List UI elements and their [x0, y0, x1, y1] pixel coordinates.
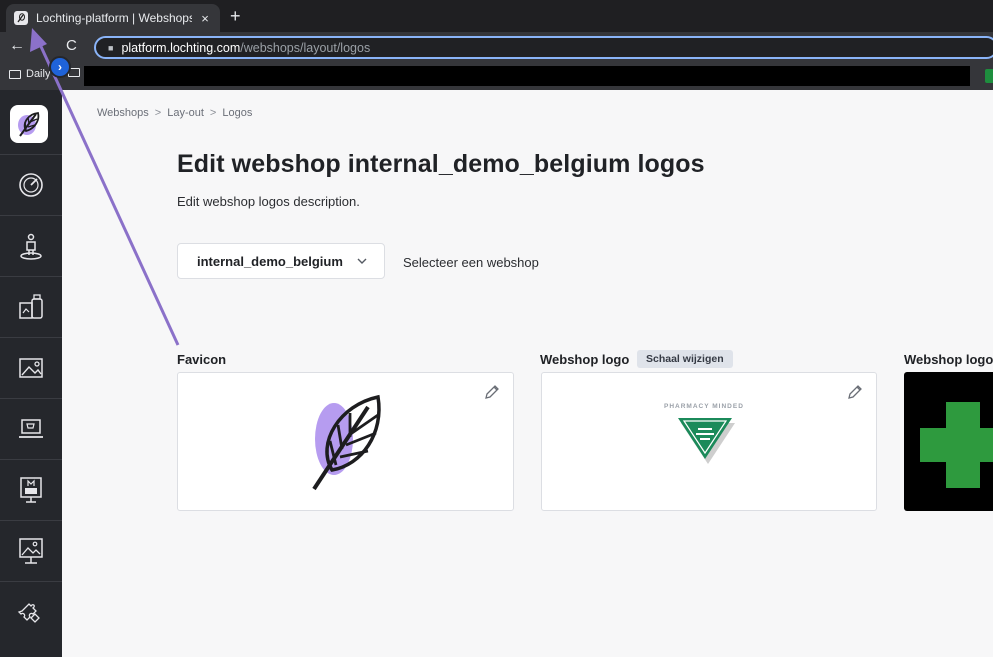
breadcrumb-logos: Logos [222, 107, 253, 119]
webshop-select-value: internal_demo_belgium [197, 253, 343, 269]
lochting-logo[interactable] [10, 105, 48, 143]
edit-pencil-icon[interactable] [847, 384, 863, 400]
chevron-down-icon [357, 258, 367, 264]
sidebar-item-webshop[interactable] [0, 398, 62, 459]
sidebar-item-presentations[interactable] [0, 520, 62, 581]
breadcrumb-separator-icon: > [154, 107, 162, 119]
bookmark-label: Daily [26, 68, 51, 80]
browser-toolbar: ← C ■ platform.lochting.com/webshops/lay… [0, 32, 993, 62]
webshop-select-label: Selecteer een webshop [403, 255, 539, 270]
green-cross-icon [920, 402, 993, 488]
bookmark-green-icon[interactable] [985, 69, 993, 83]
tab-close-icon[interactable]: × [198, 11, 212, 26]
browser-tab[interactable]: Lochting-platform | Webshops × [6, 4, 220, 32]
url-host: platform.lochting.com [121, 40, 241, 55]
address-bar[interactable]: ■ platform.lochting.com/webshops/layout/… [94, 36, 993, 59]
sidebar-item-screens[interactable] [0, 459, 62, 520]
new-tab-button[interactable]: + [230, 6, 241, 26]
browser-tabbar: Lochting-platform | Webshops × + [0, 0, 993, 32]
breadcrumb-layout[interactable]: Lay-out [167, 107, 204, 119]
lock-icon: ■ [108, 42, 114, 53]
page-description: Edit webshop logos description. [177, 194, 360, 209]
webshop-select[interactable]: internal_demo_belgium [177, 243, 385, 279]
favicon-label: Favicon [177, 352, 227, 367]
webshop-cart-icon [19, 419, 43, 438]
bookmark-daily[interactable]: Daily [9, 68, 50, 80]
breadcrumb-webshops[interactable]: Webshops [97, 107, 149, 119]
bookmarks-bar: Daily [0, 62, 993, 90]
pharmacy-minded-text: PHARMACY MINDED [664, 403, 744, 410]
breadcrumb: Webshops > Lay-out > Logos [97, 107, 252, 119]
webshop-logo-2-card[interactable] [904, 372, 993, 511]
webshop-logo-card[interactable]: PHARMACY MINDED [541, 372, 877, 511]
breadcrumb-separator-icon: > [209, 107, 217, 119]
customer-icon [20, 233, 42, 260]
sidebar [0, 90, 62, 657]
webshop-logo-label: Webshop logo [540, 352, 630, 367]
tab-title: Lochting-platform | Webshops [36, 11, 192, 25]
dashboard-gauge-icon [19, 173, 43, 197]
page-title: Edit webshop internal_demo_belgium logos [177, 150, 705, 178]
sidebar-item-products[interactable] [0, 276, 62, 337]
screen-m-icon [20, 477, 42, 503]
folder-icon [9, 69, 21, 79]
leaf-favicon-icon [312, 394, 381, 491]
products-icon [19, 294, 43, 319]
presentation-icon [19, 538, 43, 564]
leaf-logo-icon [18, 112, 40, 137]
sidebar-expand-button[interactable]: › [49, 56, 71, 78]
edit-pencil-icon[interactable] [484, 384, 500, 400]
url-path: /webshops/layout/logos [240, 40, 371, 55]
annotation-arrow [30, 28, 180, 346]
reload-icon[interactable]: C [66, 37, 77, 54]
back-arrow-icon[interactable]: ← [9, 37, 25, 55]
lochting-favicon-icon [14, 11, 28, 25]
sidebar-item-customers[interactable] [0, 215, 62, 276]
scale-change-badge[interactable]: Schaal wijzigen [637, 350, 733, 368]
redacted-bookmarks [84, 66, 970, 86]
pharmacy-shield-logo [678, 418, 735, 464]
puzzle-icon [17, 603, 40, 623]
sidebar-item-media[interactable] [0, 337, 62, 398]
webshop-logo-2-label: Webshop logo [904, 352, 993, 367]
favicon-card[interactable] [177, 372, 514, 511]
media-icon [19, 358, 43, 378]
sidebar-item-integrations[interactable] [0, 581, 62, 642]
sidebar-item-dashboard[interactable] [0, 154, 62, 215]
